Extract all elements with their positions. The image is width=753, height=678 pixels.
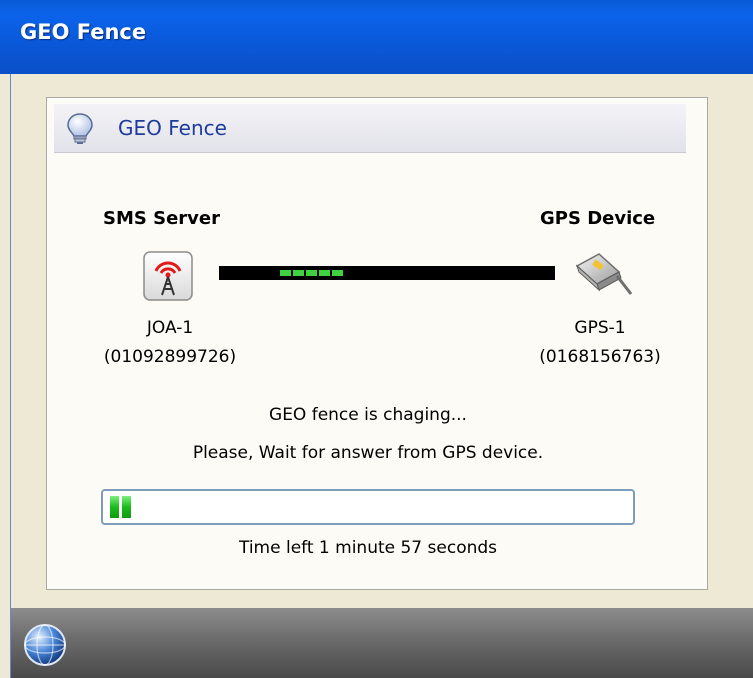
gps-device-number: (0168156763): [539, 347, 661, 367]
connection-segment: [332, 270, 343, 276]
window-title: GEO Fence: [20, 20, 147, 44]
globe-icon[interactable]: [22, 622, 68, 672]
window-titlebar[interactable]: GEO Fence: [0, 0, 753, 74]
status-message: GEO fence is chaging...: [269, 405, 467, 425]
progress-bar: [101, 489, 635, 525]
time-left-text: Time left 1 minute 57 seconds: [238, 538, 498, 558]
sms-server-label: SMS Server: [103, 208, 220, 229]
wait-message: Please, Wait for answer from GPS device.: [192, 443, 544, 463]
connection-segment: [293, 270, 304, 276]
progress-block: [122, 496, 131, 518]
status-bar: [10, 608, 753, 678]
antenna-tower-icon: [143, 251, 193, 301]
panel-header: GEO Fence: [54, 104, 686, 153]
sms-server-name: JOA-1: [146, 318, 194, 338]
gps-device-name: GPS-1: [574, 318, 626, 338]
sms-server-number: (01092899726): [103, 347, 237, 367]
lightbulb-icon: [66, 112, 94, 150]
connection-line: [219, 266, 555, 280]
connection-segment: [280, 270, 291, 276]
connection-segment: [319, 270, 330, 276]
connection-segment: [306, 270, 317, 276]
panel-header-title: GEO Fence: [118, 116, 227, 140]
gps-device-label: GPS Device: [540, 208, 656, 229]
gps-device-icon: [571, 246, 637, 300]
progress-block: [110, 496, 119, 518]
